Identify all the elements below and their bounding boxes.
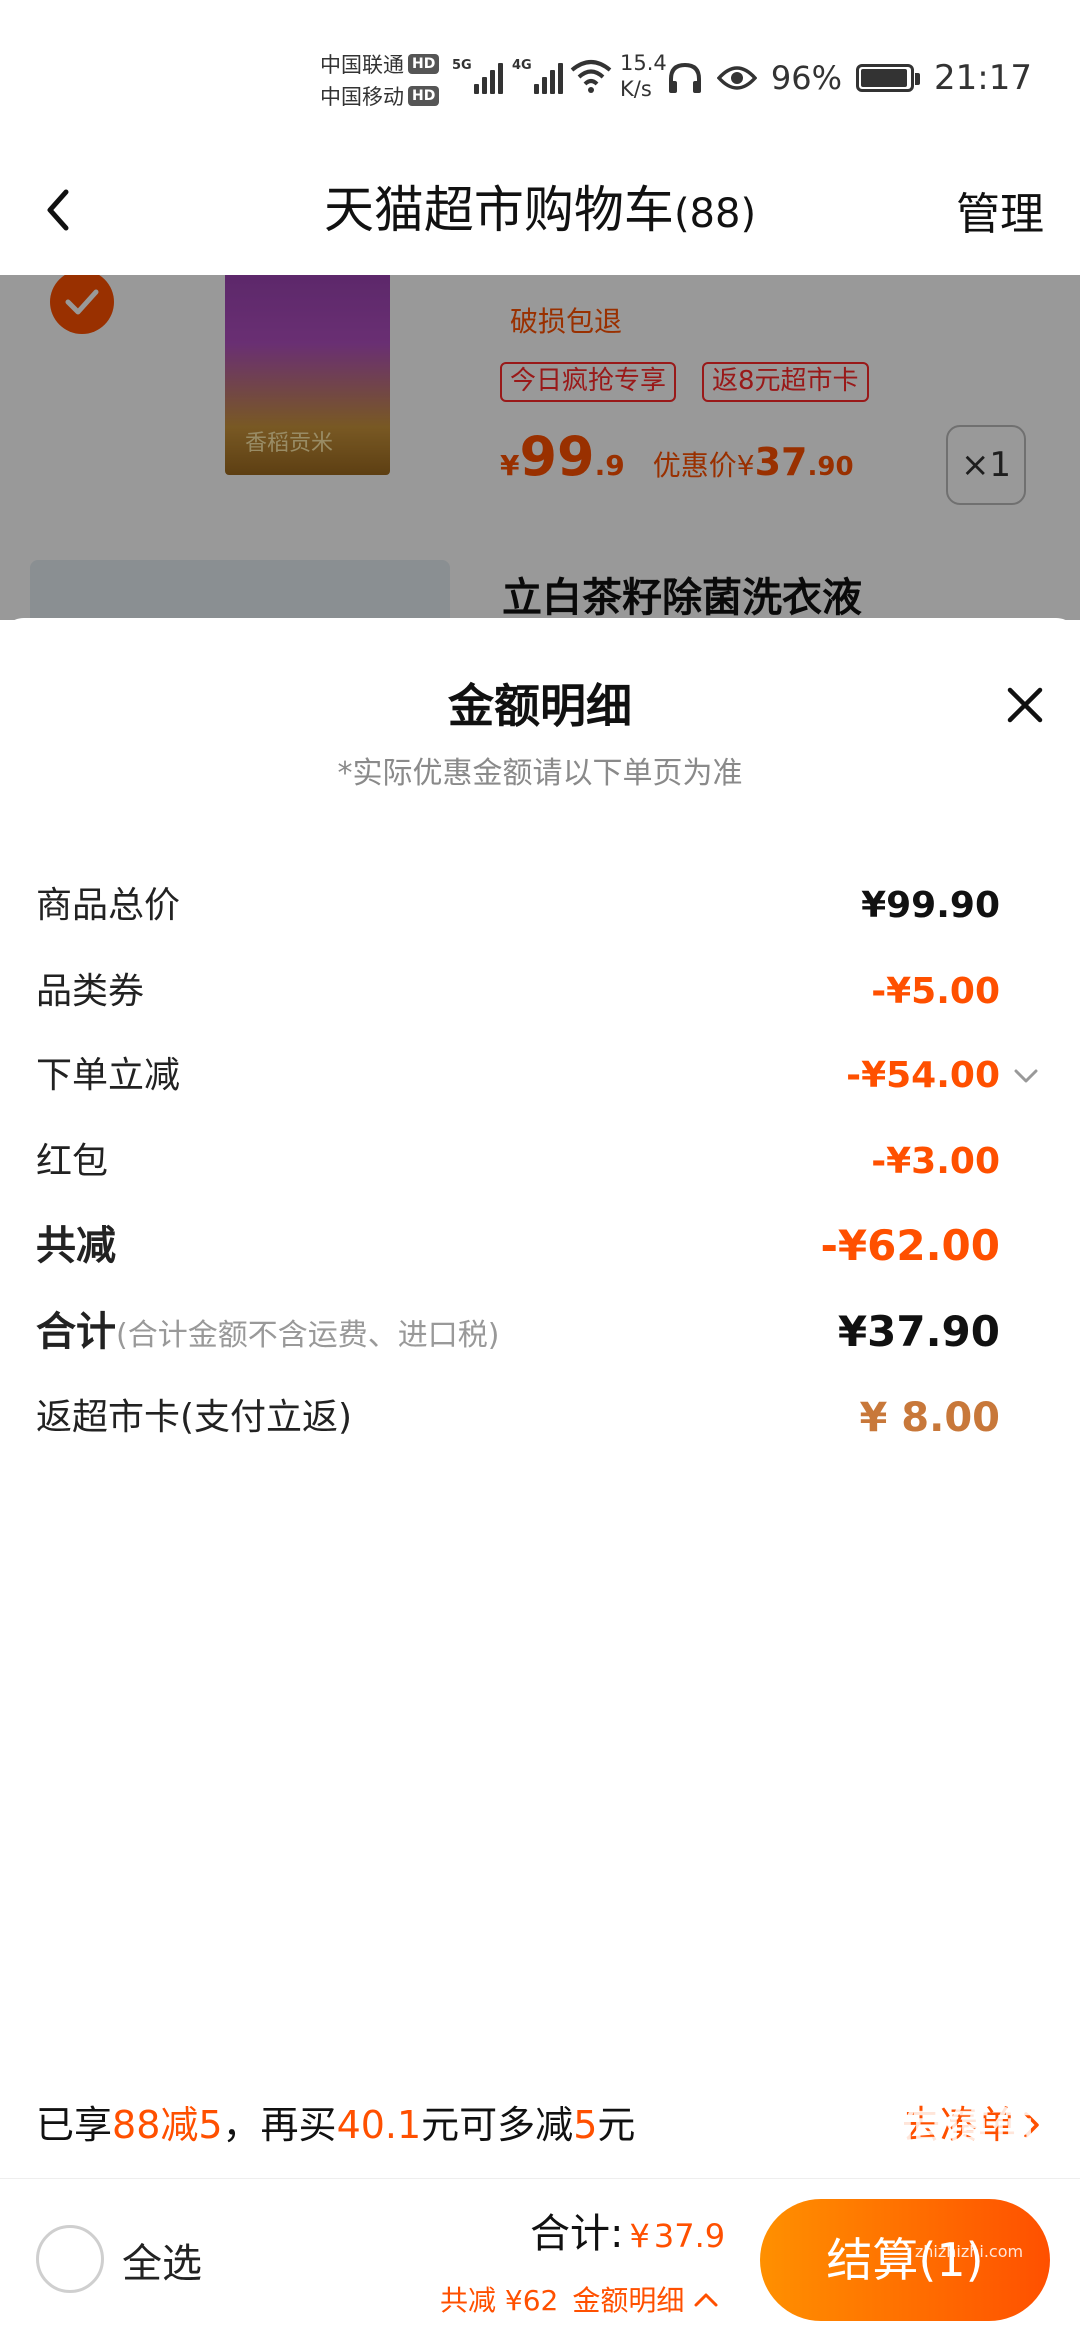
chevron-up-icon — [694, 2293, 718, 2307]
nav-bar: 天猫超市购物车(88) 管理 — [0, 150, 1080, 275]
promo-text-part: 元 — [597, 2103, 636, 2147]
watermark-main: 值值值 — [900, 2104, 1038, 2155]
saved-line: 共减 ¥62 金额明细 — [440, 2279, 720, 2319]
checkout-button[interactable]: 结算(1) 值值值 zhizhizhi.com — [760, 2104, 1050, 2321]
total-label: 合计: — [530, 2211, 624, 2257]
amount-detail-label: 金额明细 — [572, 2284, 685, 2317]
row-supermarket-card: 返超市卡(支付立返) ¥ 8.00 — [36, 1388, 1036, 1448]
page-title: 天猫超市购物车(88) — [0, 170, 1080, 242]
manage-button[interactable]: 管理 — [956, 178, 1044, 242]
row-value: ¥ 8.00 — [859, 1395, 1000, 1441]
signal-4g-icon: 4G — [512, 58, 566, 94]
total-line: 合计: ¥ 37.9 — [530, 2201, 725, 2259]
promo-text: 已享88减5，再买40.1元可多减5元 — [36, 2090, 635, 2160]
carrier-info: 中国联通 HD 中国移动 HD — [320, 48, 450, 112]
net-type-4g: 4G — [512, 58, 532, 73]
net-type-5g: 5G — [452, 58, 472, 73]
eye-icon — [716, 66, 757, 90]
row-note: (合计金额不含运费、进口税) — [116, 1318, 500, 1353]
select-all-label[interactable]: 全选 — [122, 2231, 202, 2289]
page-title-text: 天猫超市购物车 — [323, 181, 674, 239]
promo-highlight: 40.1 — [336, 2103, 422, 2147]
row-label: 红包 — [36, 1141, 109, 1182]
total-yen: ¥ — [629, 2217, 650, 2255]
chevron-down-icon[interactable] — [1010, 1060, 1042, 1092]
watermark-sub: zhizhizhi.com — [914, 2242, 1024, 2261]
promo-text-part: 已享 — [36, 2103, 113, 2147]
carrier-1: 中国联通 — [320, 53, 404, 77]
speed-value: 15.4 — [620, 51, 667, 75]
watermark-logo: 值值值 zhizhizhi.com — [900, 2069, 1038, 2313]
battery-percent: 96% — [770, 59, 843, 97]
hd-badge: HD — [408, 86, 440, 106]
status-right: 96% 21:17 — [667, 52, 1032, 104]
modal-backdrop[interactable] — [0, 275, 1080, 620]
row-grand-total: 合计(合计金额不含运费、进口税) ¥37.90 — [36, 1302, 1036, 1362]
total-value: 37.9 — [653, 2217, 726, 2255]
row-value: -¥3.00 — [871, 1141, 1000, 1182]
row-red-packet: 红包 -¥3.00 — [36, 1132, 1036, 1192]
row-total-saved: 共减 -¥62.00 — [36, 1216, 1036, 1276]
checkout-bar: 全选 合计: ¥ 37.9 共减 ¥62 金额明细 结算(1) 值值值 zhiz… — [0, 2104, 1080, 2340]
promo-text-part: 元可多减 — [421, 2103, 574, 2147]
row-label: 合计 — [36, 1309, 116, 1355]
row-value: -¥62.00 — [820, 1221, 1000, 1270]
carrier-2: 中国移动 — [320, 85, 404, 109]
saved-value: ¥62 — [504, 2284, 559, 2317]
row-value: ¥99.90 — [861, 885, 1000, 926]
battery-icon — [856, 64, 921, 92]
row-value: ¥37.90 — [837, 1307, 1000, 1356]
signal-5g-icon: 5G — [452, 58, 506, 94]
saved-label: 共减 ¥62 — [440, 2279, 558, 2319]
speed-unit: K/s — [620, 77, 652, 101]
row-label: 品类券 — [36, 971, 145, 1012]
row-label: 下单立减 — [36, 1055, 181, 1096]
close-icon[interactable] — [1000, 680, 1050, 730]
saved-label-text: 共减 — [440, 2284, 497, 2317]
clock: 21:17 — [934, 58, 1032, 98]
sheet-subtitle: *实际优惠金额请以下单页为准 — [337, 756, 743, 791]
row-category-coupon: 品类券 -¥5.00 — [36, 962, 1036, 1022]
row-goods-total: 商品总价 ¥99.90 — [36, 876, 1036, 936]
row-value: -¥54.00 — [846, 1055, 1000, 1096]
sheet-title: 金额明细 — [448, 679, 632, 733]
promo-highlight: 88减5 — [112, 2103, 223, 2147]
amount-detail-toggle[interactable]: 金额明细 — [572, 2279, 720, 2319]
row-label: 共减 — [36, 1223, 116, 1269]
promo-highlight: 5 — [573, 2103, 598, 2147]
row-label-group: 合计(合计金额不含运费、进口税) — [36, 1302, 499, 1366]
status-bar: 中国联通 HD 中国移动 HD 5G 4G 15.4 K/s 96% 21:17 — [0, 0, 1080, 150]
row-label: 商品总价 — [36, 885, 181, 926]
promo-text-part: ，再买 — [222, 2103, 337, 2147]
cart-count: (88) — [673, 191, 757, 237]
net-speed: 15.4 K/s — [620, 50, 667, 102]
select-all-checkbox[interactable] — [36, 2225, 104, 2293]
row-label: 返超市卡(支付立返) — [36, 1397, 353, 1438]
promo-bar: 已享88减5，再买40.1元可多减5元 去凑单 — [36, 2090, 1046, 2160]
row-order-discount[interactable]: 下单立减 -¥54.00 — [36, 1046, 1038, 1106]
hd-badge: HD — [408, 54, 440, 74]
wifi-icon — [570, 60, 612, 93]
row-value: -¥5.00 — [871, 971, 1000, 1012]
headphones-icon — [668, 62, 701, 93]
